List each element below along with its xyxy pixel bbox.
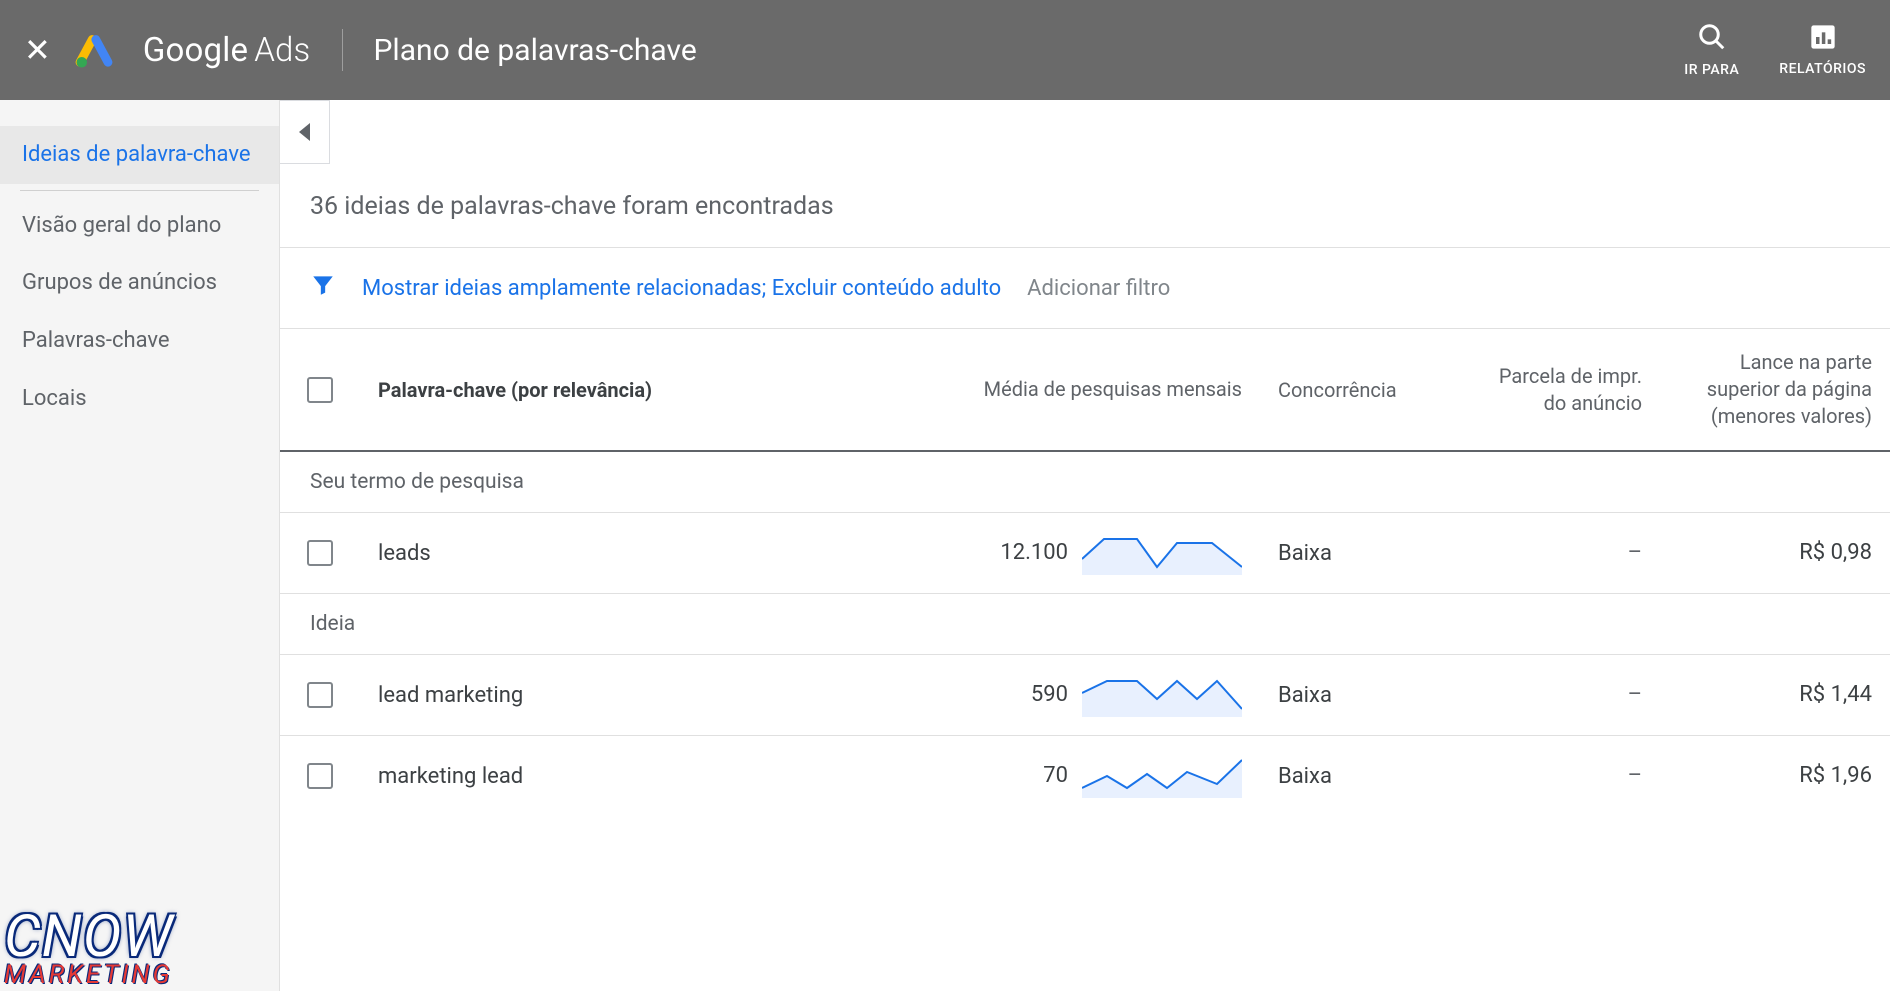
- active-filter-link[interactable]: Mostrar ideias amplamente relacionadas; …: [362, 276, 1001, 301]
- sidebar: Ideias de palavra-chave Visão geral do p…: [0, 100, 280, 991]
- sidebar-item-keyword-ideas[interactable]: Ideias de palavra-chave: [0, 126, 279, 184]
- section-your-search-term: Seu termo de pesquisa: [280, 452, 1890, 513]
- goto-label: IR PARA: [1684, 62, 1739, 78]
- sidebar-item-keywords[interactable]: Palavras-chave: [0, 312, 279, 370]
- main-content: 36 ideias de palavras-chave foram encont…: [280, 100, 1890, 991]
- search-icon: [1697, 22, 1727, 56]
- sparkline-chart: [1082, 673, 1242, 717]
- cell-bid: R$ 1,96: [1660, 743, 1890, 809]
- sparkline-chart: [1082, 754, 1242, 798]
- col-bid-low[interactable]: Lance na parte superior da página (menor…: [1660, 329, 1890, 450]
- col-competition[interactable]: Concorrência: [1260, 329, 1460, 450]
- cell-searches: 70: [960, 736, 1260, 816]
- sidebar-separator: [20, 190, 259, 191]
- col-impression-share[interactable]: Parcela de impr. do anúncio: [1460, 329, 1660, 450]
- cell-impression-share: –: [1460, 520, 1660, 586]
- sidebar-item-label: Visão geral do plano: [22, 213, 221, 238]
- brand-text: GoogleAds: [143, 31, 311, 70]
- col-searches[interactable]: Média de pesquisas mensais: [960, 329, 1260, 450]
- table-row: marketing lead 70 Baixa – R$ 1,96: [280, 736, 1890, 816]
- section-idea: Ideia: [280, 594, 1890, 655]
- sidebar-item-label: Locais: [22, 386, 87, 411]
- cell-competition: Baixa: [1260, 523, 1460, 584]
- sparkline-chart: [1082, 531, 1242, 575]
- cell-bid: R$ 1,44: [1660, 662, 1890, 728]
- sidebar-item-plan-overview[interactable]: Visão geral do plano: [0, 197, 279, 255]
- searches-value: 70: [1043, 761, 1068, 791]
- table-row: lead marketing 590 Baixa – R$ 1,44: [280, 655, 1890, 736]
- cell-keyword: leads: [360, 523, 960, 584]
- chevron-left-icon: [299, 123, 310, 141]
- bar-chart-icon: [1809, 23, 1837, 55]
- ideas-found-text: 36 ideias de palavras-chave foram encont…: [280, 164, 1890, 247]
- cell-bid: R$ 0,98: [1660, 520, 1890, 586]
- sidebar-item-ad-groups[interactable]: Grupos de anúncios: [0, 254, 279, 312]
- row-checkbox[interactable]: [307, 763, 333, 789]
- cell-impression-share: –: [1460, 743, 1660, 809]
- cell-keyword: marketing lead: [360, 746, 960, 807]
- separator: [342, 29, 343, 71]
- table-row: leads 12.100 Baixa – R$ 0,98: [280, 513, 1890, 594]
- table-header: Palavra-chave (por relevância) Média de …: [280, 329, 1890, 452]
- sidebar-item-label: Palavras-chave: [22, 328, 170, 353]
- row-checkbox[interactable]: [307, 540, 333, 566]
- col-keyword[interactable]: Palavra-chave (por relevância): [360, 329, 960, 450]
- cell-searches: 12.100: [960, 513, 1260, 593]
- page-title: Plano de palavras-chave: [373, 33, 696, 68]
- collapse-sidebar-button[interactable]: [280, 100, 330, 164]
- cell-competition: Baixa: [1260, 746, 1460, 807]
- add-filter-link[interactable]: Adicionar filtro: [1027, 276, 1170, 301]
- cell-impression-share: –: [1460, 662, 1660, 728]
- select-all-cell: [280, 329, 360, 450]
- goto-action[interactable]: IR PARA: [1684, 22, 1739, 78]
- cell-keyword: lead marketing: [360, 665, 960, 726]
- searches-value: 590: [1031, 680, 1068, 710]
- select-all-checkbox[interactable]: [307, 377, 333, 403]
- app-header: ✕ GoogleAds Plano de palavras-chave IR P…: [0, 0, 1890, 100]
- cell-competition: Baixa: [1260, 665, 1460, 726]
- brand-second: Ads: [254, 31, 310, 70]
- sidebar-item-label: Ideias de palavra-chave: [22, 142, 251, 167]
- sidebar-item-locations[interactable]: Locais: [0, 370, 279, 428]
- header-actions: IR PARA RELATÓRIOS: [1684, 22, 1866, 78]
- reports-action[interactable]: RELATÓRIOS: [1779, 23, 1866, 77]
- filter-icon[interactable]: [310, 272, 336, 304]
- cell-searches: 590: [960, 655, 1260, 735]
- row-checkbox[interactable]: [307, 682, 333, 708]
- filter-bar: Mostrar ideias amplamente relacionadas; …: [280, 247, 1890, 329]
- brand-first: Google: [143, 31, 248, 70]
- reports-label: RELATÓRIOS: [1779, 61, 1866, 77]
- google-ads-logo-icon: [73, 29, 115, 71]
- searches-value: 12.100: [1000, 538, 1068, 568]
- close-icon[interactable]: ✕: [24, 31, 51, 69]
- sidebar-item-label: Grupos de anúncios: [22, 270, 217, 295]
